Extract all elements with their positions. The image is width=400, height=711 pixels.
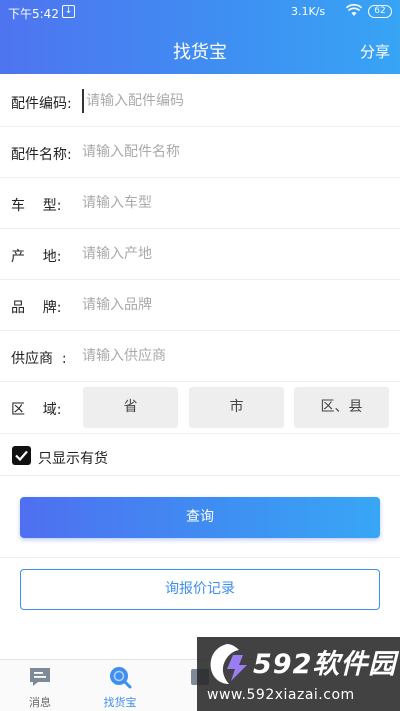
part-code-input[interactable]	[82, 89, 382, 113]
watermark-logo-icon	[210, 644, 247, 684]
brand-input[interactable]	[82, 293, 382, 317]
search-icon	[110, 667, 132, 689]
supplier-row: 供应商 :	[0, 331, 400, 382]
nav-label-messages: 消息	[29, 696, 51, 709]
nav-item-find-goods[interactable]: 找货宝	[80, 660, 160, 711]
network-speed: 3.1K/s	[291, 5, 326, 18]
in-stock-checkbox[interactable]	[12, 446, 31, 465]
region-row: 区 域: 省 市 区、县	[0, 382, 400, 434]
share-button[interactable]: 分享	[360, 41, 390, 62]
watermark-url: www.592xiazai.com	[207, 687, 355, 703]
checkmark-icon	[15, 450, 28, 462]
divider	[0, 557, 400, 558]
battery-icon: 62	[368, 5, 392, 18]
part-name-row: 配件名称:	[0, 127, 400, 178]
search-form: 配件编码: 配件名称: 车 型: 产 地: 品 牌: 供应商 : 区 域: 省 …	[0, 76, 400, 434]
download-notification-icon: ↓	[62, 5, 75, 18]
page-title: 找货宝	[173, 42, 227, 63]
nav-label-find-goods: 找货宝	[103, 696, 137, 709]
supplier-input[interactable]	[82, 344, 382, 368]
origin-row: 产 地:	[0, 229, 400, 280]
status-bar: 下午5:42 ↓ 3.1K/s 62	[0, 0, 400, 24]
query-button[interactable]: 查询	[20, 497, 380, 538]
part-code-label: 配件编码:	[11, 96, 72, 112]
brand-label: 品 牌:	[11, 300, 62, 316]
brand-row: 品 牌:	[0, 280, 400, 331]
city-select[interactable]: 市	[189, 387, 284, 428]
vehicle-model-row: 车 型:	[0, 178, 400, 229]
in-stock-label: 只显示有货	[38, 451, 108, 467]
watermark-brand: 592软件园	[253, 649, 397, 680]
origin-input[interactable]	[82, 242, 382, 266]
top-bar: 下午5:42 ↓ 3.1K/s 62 找货宝 分享	[0, 0, 400, 74]
nav-item-messages[interactable]: 消息	[0, 660, 80, 711]
district-select[interactable]: 区、县	[294, 387, 389, 428]
origin-label: 产 地:	[11, 249, 62, 265]
message-icon	[30, 668, 50, 686]
status-time: 下午5:42	[8, 7, 59, 21]
supplier-label: 供应商 :	[11, 351, 67, 367]
region-label: 区 域:	[11, 402, 62, 418]
watermark: 592软件园 www.592xiazai.com	[197, 637, 400, 711]
in-stock-row: 只显示有货	[0, 436, 400, 476]
part-name-label: 配件名称:	[11, 147, 72, 163]
wifi-icon	[346, 4, 362, 16]
quote-history-button[interactable]: 询报价记录	[20, 569, 380, 610]
part-code-row: 配件编码:	[0, 76, 400, 127]
vehicle-model-input[interactable]	[82, 191, 382, 215]
province-select[interactable]: 省	[83, 387, 178, 428]
vehicle-model-label: 车 型:	[11, 198, 62, 214]
part-name-input[interactable]	[82, 140, 382, 164]
